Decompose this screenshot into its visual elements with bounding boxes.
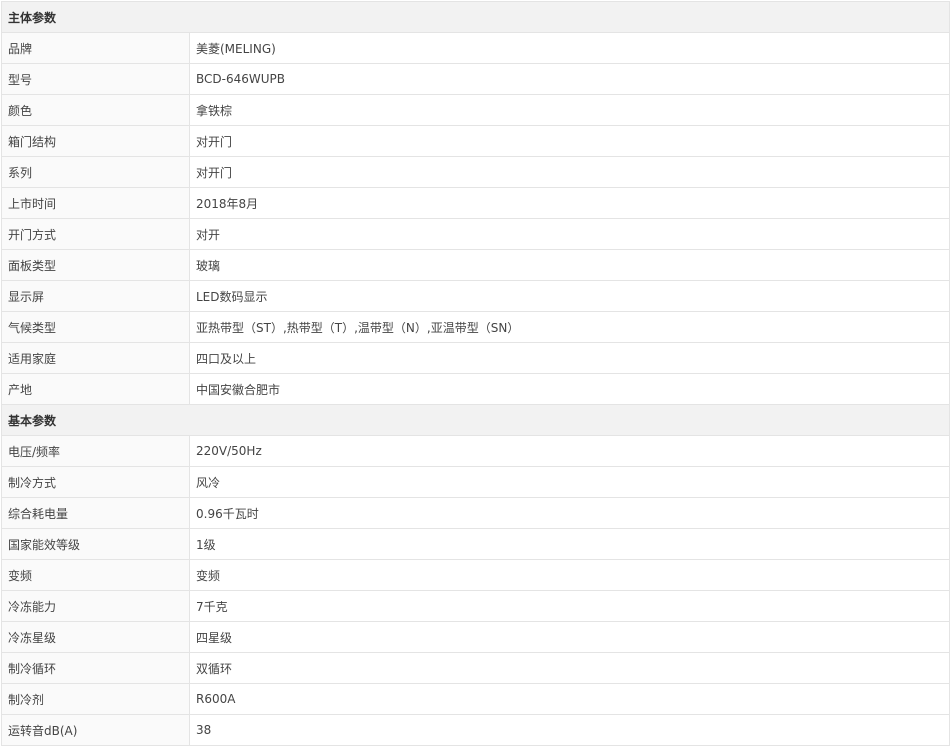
- spec-value: 中国安徽合肥市: [188, 373, 950, 405]
- spec-row: 颜色 拿铁棕: [1, 94, 950, 126]
- spec-row: 开门方式 对开: [1, 218, 950, 250]
- spec-table-body: 主体参数 品牌 美菱(MELING) 型号 BCD-646WUPB 颜色 拿铁棕 箱门结构 对开…: [0, 1, 950, 746]
- spec-value: 2018年8月: [188, 187, 950, 219]
- spec-label: 产地: [1, 373, 190, 405]
- spec-row: 国家能效等级 1级: [1, 528, 950, 560]
- spec-row: 气候类型 亚热带型（ST）,热带型（T）,温带型（N）,亚温带型（SN）: [1, 311, 950, 343]
- spec-label: 制冷方式: [1, 466, 190, 498]
- spec-value: 玻璃: [188, 249, 950, 281]
- spec-table: 主体参数 品牌 美菱(MELING) 型号 BCD-646WUPB 颜色 拿铁棕 箱门结构 对开…: [0, 1, 950, 746]
- spec-row: 面板类型 玻璃: [1, 249, 950, 281]
- spec-row: 适用家庭 四口及以上: [1, 342, 950, 374]
- spec-value: 变频: [188, 559, 950, 591]
- spec-value: 对开: [188, 218, 950, 250]
- spec-value: 对开门: [188, 125, 950, 157]
- spec-row: 品牌 美菱(MELING): [1, 32, 950, 64]
- section-title: 基本参数: [0, 404, 950, 436]
- spec-value: 7千克: [188, 590, 950, 622]
- spec-label: 电压/频率: [1, 435, 190, 467]
- spec-value: 双循环: [188, 652, 950, 684]
- spec-row: 冷冻能力 7千克: [1, 590, 950, 622]
- spec-label: 箱门结构: [1, 125, 190, 157]
- spec-value: 1级: [188, 528, 950, 560]
- spec-value: 亚热带型（ST）,热带型（T）,温带型（N）,亚温带型（SN）: [188, 311, 950, 343]
- spec-value: 0.96千瓦时: [188, 497, 950, 529]
- spec-value: 风冷: [188, 466, 950, 498]
- spec-row: 制冷方式 风冷: [1, 466, 950, 498]
- spec-label: 冷冻能力: [1, 590, 190, 622]
- spec-label: 气候类型: [1, 311, 190, 343]
- spec-label: 上市时间: [1, 187, 190, 219]
- spec-row: 显示屏 LED数码显示: [1, 280, 950, 312]
- spec-row: 产地 中国安徽合肥市: [1, 373, 950, 405]
- spec-label: 国家能效等级: [1, 528, 190, 560]
- spec-label: 显示屏: [1, 280, 190, 312]
- spec-value: 四口及以上: [188, 342, 950, 374]
- section-header-row: 基本参数: [0, 404, 950, 436]
- spec-row: 型号 BCD-646WUPB: [1, 63, 950, 95]
- spec-value: BCD-646WUPB: [188, 63, 950, 95]
- spec-row: 变频 变频: [1, 559, 950, 591]
- spec-row: 运转音dB(A) 38: [1, 714, 950, 746]
- spec-row: 电压/频率 220V/50Hz: [1, 435, 950, 467]
- spec-value: 拿铁棕: [188, 94, 950, 126]
- spec-row: 综合耗电量 0.96千瓦时: [1, 497, 950, 529]
- spec-label: 制冷剂: [1, 683, 190, 715]
- spec-label: 面板类型: [1, 249, 190, 281]
- spec-value: R600A: [188, 683, 950, 715]
- section-header-row: 主体参数: [0, 1, 950, 33]
- spec-label: 品牌: [1, 32, 190, 64]
- spec-row: 箱门结构 对开门: [1, 125, 950, 157]
- spec-value: 美菱(MELING): [188, 32, 950, 64]
- spec-row: 制冷剂 R600A: [1, 683, 950, 715]
- spec-label: 开门方式: [1, 218, 190, 250]
- spec-label: 制冷循环: [1, 652, 190, 684]
- spec-value: 38: [188, 714, 950, 746]
- spec-label: 综合耗电量: [1, 497, 190, 529]
- spec-row: 冷冻星级 四星级: [1, 621, 950, 653]
- spec-value: LED数码显示: [188, 280, 950, 312]
- spec-value: 四星级: [188, 621, 950, 653]
- spec-label: 变频: [1, 559, 190, 591]
- spec-row: 制冷循环 双循环: [1, 652, 950, 684]
- spec-row: 上市时间 2018年8月: [1, 187, 950, 219]
- spec-label: 颜色: [1, 94, 190, 126]
- spec-label: 型号: [1, 63, 190, 95]
- spec-value: 220V/50Hz: [188, 435, 950, 467]
- spec-label: 适用家庭: [1, 342, 190, 374]
- spec-value: 对开门: [188, 156, 950, 188]
- spec-label: 系列: [1, 156, 190, 188]
- spec-label: 运转音dB(A): [1, 714, 190, 746]
- spec-label: 冷冻星级: [1, 621, 190, 653]
- section-title: 主体参数: [0, 1, 950, 33]
- spec-row: 系列 对开门: [1, 156, 950, 188]
